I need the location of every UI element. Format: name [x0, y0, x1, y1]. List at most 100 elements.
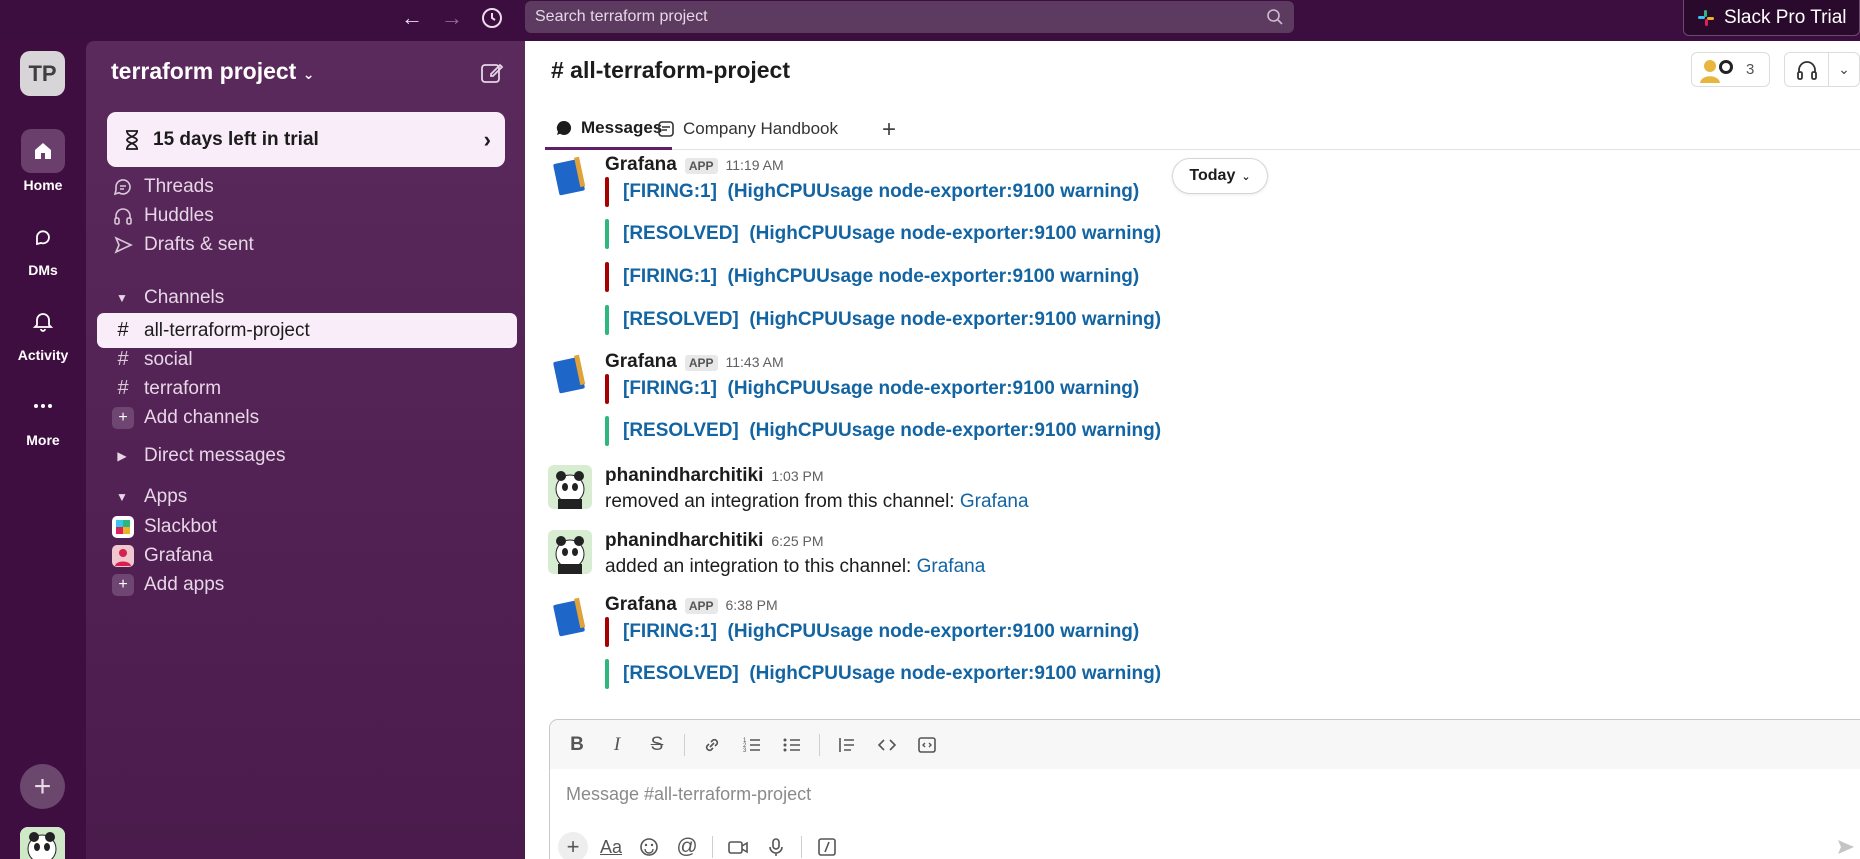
huddle-button[interactable]: ⌄	[1784, 52, 1860, 87]
channel-label: terraform	[144, 377, 222, 399]
date-label: Today	[1189, 167, 1236, 184]
plus-icon[interactable]: +	[558, 832, 588, 859]
channels-section-header[interactable]: ▼ Channels	[97, 283, 224, 313]
alert-attachment[interactable]: [FIRING:1] (HighCPUUsage node-exporter:9…	[605, 259, 1139, 295]
microphone-icon[interactable]	[761, 832, 791, 859]
add-channels-button[interactable]: + Add channels	[97, 400, 517, 435]
status-bar	[605, 219, 609, 249]
app-badge: APP	[684, 598, 718, 614]
headphones-icon[interactable]	[1785, 53, 1829, 86]
message-time[interactable]: 6:25 PM	[771, 533, 823, 549]
user-avatar[interactable]	[548, 530, 592, 574]
search-input[interactable]: Search terraform project	[525, 1, 1294, 33]
toolbar-divider	[819, 733, 820, 756]
chevron-down-icon[interactable]: ⌄	[1829, 61, 1859, 78]
back-arrow-icon[interactable]: ←	[397, 4, 427, 32]
rail-item-activity[interactable]: Activity	[0, 299, 86, 363]
rail-item-dms[interactable]: DMs	[0, 214, 86, 278]
message-header: phanindharchitiki 6:25 PM	[605, 530, 824, 552]
message-time[interactable]: 11:43 AM	[726, 354, 784, 370]
date-divider-button[interactable]: Today ⌄	[1172, 158, 1268, 194]
integration-link[interactable]: Grafana	[917, 556, 986, 577]
message-author[interactable]: phanindharchitiki	[605, 530, 763, 552]
integration-link[interactable]: Grafana	[960, 491, 1029, 512]
add-tab-plus-icon[interactable]: +	[882, 116, 896, 144]
toolbar-divider	[712, 836, 713, 858]
tab-company-handbook[interactable]: Company Handbook	[657, 108, 838, 150]
grafana-avatar[interactable]	[548, 594, 592, 638]
apps-section-header[interactable]: ▼ Apps	[97, 482, 187, 512]
system-message: removed an integration from this channel…	[605, 491, 1029, 513]
alert-attachment[interactable]: [RESOLVED] (HighCPUUsage node-exporter:9…	[605, 216, 1161, 252]
trial-label: Slack Pro Trial	[1724, 6, 1847, 28]
chevron-down-icon: ⌄	[302, 66, 315, 82]
bold-icon[interactable]: B	[562, 730, 592, 760]
system-message-text: added an integration to this channel:	[605, 556, 912, 577]
rail-item-home[interactable]: Home	[0, 129, 86, 193]
member-avatars-icon	[1700, 59, 1733, 83]
direct-messages-section-header[interactable]: ▶ Direct messages	[97, 441, 285, 471]
message-author[interactable]: Grafana	[605, 154, 677, 176]
message-author[interactable]: Grafana	[605, 594, 677, 616]
add-workspace-button[interactable]: +	[20, 764, 65, 809]
alert-attachment[interactable]: [RESOLVED] (HighCPUUsage node-exporter:9…	[605, 656, 1161, 692]
forward-arrow-icon[interactable]: →	[437, 4, 467, 32]
compose-icon[interactable]	[479, 60, 505, 86]
status-bar	[605, 374, 609, 404]
rail-item-more[interactable]: More	[0, 384, 86, 448]
workspace-switcher[interactable]: TP	[20, 51, 65, 96]
slack-pro-trial-button[interactable]: Slack Pro Trial	[1683, 0, 1860, 36]
trial-banner[interactable]: 15 days left in trial ›	[107, 112, 505, 167]
blockquote-icon[interactable]	[832, 730, 862, 760]
caret-right-icon: ▶	[117, 449, 127, 463]
mention-icon[interactable]: @	[672, 832, 702, 859]
add-apps-button[interactable]: + Add apps	[97, 567, 517, 602]
sidebar-item-label: Threads	[144, 175, 214, 197]
message-input[interactable]: Message #all-terraform-project	[566, 784, 811, 805]
alert-attachment[interactable]: [RESOLVED] (HighCPUUsage node-exporter:9…	[605, 413, 1161, 449]
user-avatar[interactable]	[20, 827, 65, 859]
sidebar-item-drafts[interactable]: Drafts & sent	[97, 227, 517, 262]
alert-attachment[interactable]: [FIRING:1] (HighCPUUsage node-exporter:9…	[605, 174, 1139, 210]
message-author[interactable]: phanindharchitiki	[605, 465, 763, 487]
channel-title[interactable]: # all-terraform-project	[551, 57, 790, 84]
workspace-menu-button[interactable]: terraform project ⌄	[111, 58, 314, 85]
svg-text:3: 3	[743, 748, 747, 754]
slash-command-icon[interactable]	[812, 832, 842, 859]
message-time[interactable]: 1:03 PM	[771, 468, 823, 484]
emoji-icon[interactable]	[634, 832, 664, 859]
rail-label-dms: DMs	[28, 262, 58, 278]
tab-messages[interactable]: Messages	[545, 108, 673, 150]
message-time[interactable]: 11:19 AM	[726, 157, 784, 173]
code-icon[interactable]	[872, 730, 902, 760]
alert-attachment[interactable]: [FIRING:1] (HighCPUUsage node-exporter:9…	[605, 614, 1139, 650]
system-message-text: removed an integration from this channel…	[605, 491, 955, 512]
ordered-list-icon[interactable]: 123	[737, 730, 767, 760]
send-icon[interactable]	[1831, 832, 1860, 859]
alert-text: (HighCPUUsage node-exporter:9100 warning…	[749, 420, 1162, 441]
status-bar	[605, 177, 609, 207]
link-icon[interactable]	[697, 730, 727, 760]
members-button[interactable]: 3	[1691, 52, 1770, 87]
message-time[interactable]: 6:38 PM	[726, 597, 778, 613]
grafana-avatar[interactable]	[548, 351, 592, 395]
workspace-rail: TP Home DMs Activity More +	[0, 41, 86, 859]
tab-label: Messages	[581, 117, 663, 137]
message-bubble-icon	[556, 120, 572, 135]
user-avatar[interactable]	[548, 465, 592, 509]
alert-text: (HighCPUUsage node-exporter:9100 warning…	[749, 309, 1162, 330]
video-icon[interactable]	[723, 832, 753, 859]
code-block-icon[interactable]	[912, 730, 942, 760]
alert-attachment[interactable]: [RESOLVED] (HighCPUUsage node-exporter:9…	[605, 302, 1161, 338]
message-author[interactable]: Grafana	[605, 351, 677, 373]
text-format-icon[interactable]: Aa	[596, 832, 626, 859]
bulleted-list-icon[interactable]	[777, 730, 807, 760]
italic-icon[interactable]: I	[602, 730, 632, 760]
alert-attachment[interactable]: [FIRING:1] (HighCPUUsage node-exporter:9…	[605, 371, 1139, 407]
chevron-right-icon: ›	[483, 126, 491, 152]
grafana-avatar[interactable]	[548, 153, 592, 197]
history-clock-icon[interactable]	[477, 4, 507, 32]
strikethrough-icon[interactable]: S	[642, 730, 672, 760]
search-icon	[1267, 9, 1283, 25]
toolbar-divider	[684, 733, 685, 756]
